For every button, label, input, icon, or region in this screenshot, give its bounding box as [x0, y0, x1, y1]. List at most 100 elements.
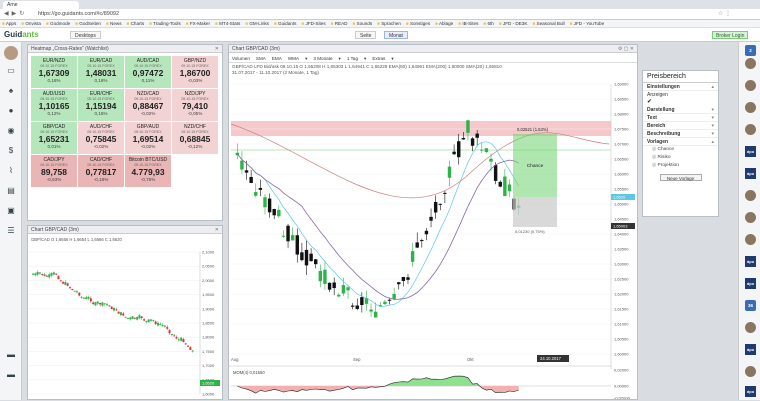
heatmap-cell[interactable]: AUD/CAD 09.10.15 FOREX 0,97472 0,11% — [125, 56, 171, 88]
bookmark-item[interactable]: READ — [331, 20, 348, 27]
bookmark-item[interactable]: Sounds — [352, 20, 373, 27]
browser-tab[interactable]: Arne — [3, 1, 79, 9]
chart-icon[interactable]: ⌇ — [6, 166, 16, 176]
expert-avatar[interactable] — [745, 234, 756, 245]
close-icon[interactable]: ✕ — [215, 226, 219, 234]
small-chart-canvas[interactable]: GBP/CAD O 1,6656 H 1,6654 L 1,6566 C 1,6… — [28, 234, 222, 399]
section-einstellungen[interactable]: Einstellungen ▴ — [643, 83, 718, 91]
bookmark-item[interactable]: Sonstiges — [406, 20, 430, 27]
bookmark-item[interactable]: JFD - DE3K — [499, 20, 528, 27]
bookmark-item[interactable]: 6th — [483, 20, 493, 27]
toolbar-item[interactable]: Extras — [369, 54, 388, 63]
bookmark-item[interactable]: Ablage — [435, 20, 453, 27]
expert-avatar[interactable] — [745, 58, 756, 69]
heatmap-cell[interactable]: CAD/CHF 09.10.15 FOREX 0,77817 -0,18% — [78, 155, 124, 187]
heatmap-cell[interactable]: GBP/AUD 09.10.15 FOREX 1,69514 -0,02% — [125, 122, 171, 154]
desktops-button[interactable]: Desktops — [70, 31, 101, 39]
bookmark-item[interactable]: JFD - YouTube — [570, 20, 604, 27]
toolbar-item[interactable]: SMA — [253, 54, 269, 63]
bookmark-item[interactable]: MT4-Stats — [215, 20, 240, 27]
bookmark-item[interactable]: GM-Links — [245, 20, 269, 27]
archive-icon[interactable]: ▬ — [6, 370, 16, 380]
expert-logo[interactable]: dpo — [745, 168, 756, 179]
toolbar-item[interactable]: ▾ — [302, 54, 310, 63]
expert-logo[interactable]: dpo — [745, 146, 756, 157]
risk-zone[interactable] — [513, 197, 557, 227]
bookmark-item[interactable]: Guidants — [274, 20, 296, 27]
broker-login-button[interactable]: Broker Login — [712, 31, 749, 39]
bookmark-item[interactable]: Sprachen — [377, 20, 401, 27]
close-icon[interactable]: ✕ — [215, 45, 219, 53]
toolbar-item[interactable]: ▾ — [361, 54, 369, 63]
expert-avatar[interactable] — [745, 322, 756, 333]
bookmark-star-icon[interactable]: ☆ ⋮ — [718, 10, 731, 17]
toolbar-item[interactable]: WMA — [285, 54, 302, 63]
bookmark-item[interactable]: Charts — [127, 20, 145, 27]
list-icon[interactable]: ☰ — [6, 226, 16, 236]
bookmark-item[interactable]: JFD-Sites — [301, 20, 325, 27]
toolbar-item[interactable]: Volumen — [229, 54, 253, 63]
bookmark-item[interactable]: Godmode — [46, 20, 70, 27]
heatmap-cell[interactable]: GBP/CAD 09.10.15 FOREX 1,65231 0,01% — [31, 122, 77, 154]
expert-avatar[interactable] — [745, 80, 756, 91]
dollar-icon[interactable]: $ — [6, 146, 16, 156]
template-chance[interactable]: Chance — [643, 146, 718, 154]
section-darstellung[interactable]: Darstellung ▾ — [643, 106, 718, 114]
section-vorlagen[interactable]: Vorlagen ▴ — [643, 138, 718, 146]
expert-avatar[interactable] — [745, 124, 756, 135]
folder-icon[interactable]: ▬ — [6, 350, 16, 360]
window-controls[interactable]: ⚙ ▢ ✕ — [618, 45, 634, 53]
toolbar-item[interactable]: ▾ — [388, 54, 396, 63]
heatmap-cell[interactable]: AUD/CHF 09.10.15 FOREX 0,75845 -0,02% — [78, 122, 124, 154]
bookmark-item[interactable]: Trading-Tools — [149, 20, 181, 27]
show-checkbox[interactable]: ✔ — [643, 99, 718, 106]
heatmap-cell[interactable]: NZD/CAD 09.10.15 FOREX 0,88467 -0,02% — [125, 89, 171, 121]
monitor-icon[interactable]: ▭ — [6, 66, 16, 76]
expert-avatar[interactable] — [745, 190, 756, 201]
expert-logo[interactable]: dpo — [745, 344, 756, 355]
user-icon[interactable]: ● — [6, 106, 16, 116]
heatmap-cell[interactable]: EUR/CAD 09.10.15 FOREX 1,48031 0,16% — [78, 56, 124, 88]
expert-logo[interactable]: dpo — [745, 278, 756, 289]
expert-logo[interactable]: dpo — [745, 256, 756, 267]
bookmark-item[interactable]: GodSeiten — [75, 20, 101, 27]
bookmark-item[interactable]: FX-Maker — [186, 20, 210, 27]
nav-buttons[interactable]: ◀▶↻ — [4, 10, 27, 17]
bookmark-item[interactable]: Onvista — [21, 20, 41, 27]
toolbar-item[interactable]: 1 Tag — [344, 54, 361, 63]
heatmap-cell[interactable]: EUR/NZD 09.10.15 FOREX 1,67309 0,16% — [31, 56, 77, 88]
eye-icon[interactable]: ◉ — [6, 126, 16, 136]
page-tab[interactable]: Seite — [355, 31, 377, 39]
heatmap-cell[interactable]: Bitcoin BTC/USD 09.10.15 FOREX 4.779,93 -0,… — [125, 155, 171, 187]
template-risiko[interactable]: Risiko — [643, 154, 718, 162]
toolbar-item[interactable]: EMA — [269, 54, 285, 63]
notification-count[interactable]: 2 — [745, 45, 756, 56]
bookmark-item[interactable]: Seasonal Bull — [532, 20, 565, 27]
expert-avatar[interactable] — [745, 102, 756, 113]
heatmap-cell[interactable]: NZD/CHF 09.10.15 FOREX 0,68845 -0,12% — [172, 122, 218, 154]
notification-count[interactable]: 36 — [745, 300, 756, 311]
toolbar-item[interactable]: 3 Monate — [310, 54, 335, 63]
bell-icon[interactable]: ♠ — [6, 86, 16, 96]
download-icon[interactable]: ▣ — [6, 206, 16, 216]
month-tab[interactable]: Monat — [384, 31, 408, 39]
expert-avatar[interactable] — [745, 212, 756, 223]
bookmark-item[interactable]: Apps — [2, 20, 16, 27]
toolbar-item[interactable]: ▾ — [336, 54, 344, 63]
expert-avatar[interactable] — [745, 366, 756, 377]
document-icon[interactable]: ▤ — [6, 186, 16, 196]
user-avatar[interactable] — [4, 46, 18, 60]
heatmap-cell[interactable]: NZD/JPY 09.10.15 FOREX 79,410 -0,05% — [172, 89, 218, 121]
section-text[interactable]: Text ▾ — [643, 114, 718, 122]
main-chart-canvas[interactable]: 1,69000 1,68500 1,68000 1,67500 1,67000 1,665… — [229, 64, 637, 399]
section-beschreibung[interactable]: Beschreibung ▾ — [643, 130, 718, 138]
template-projektion[interactable]: Projektion — [643, 162, 718, 170]
expert-logo[interactable]: dpo — [745, 386, 756, 397]
bookmark-item[interactable]: News — [106, 20, 122, 27]
heatmap-cell[interactable]: CAD/JPY 09.10.15 FOREX 89,758 -0,63% — [31, 155, 77, 187]
guidants-logo[interactable]: Guidants — [4, 30, 39, 39]
bookmark-item[interactable]: IB-Sites — [458, 20, 478, 27]
heatmap-cell[interactable]: GBP/NZD 09.10.15 FOREX 1,86700 -0,03% — [172, 56, 218, 88]
new-template-button[interactable]: Neue Vorlage — [659, 174, 702, 181]
heatmap-cell[interactable]: AUD/USD 09.10.15 FOREX 1,10165 0,12% — [31, 89, 77, 121]
